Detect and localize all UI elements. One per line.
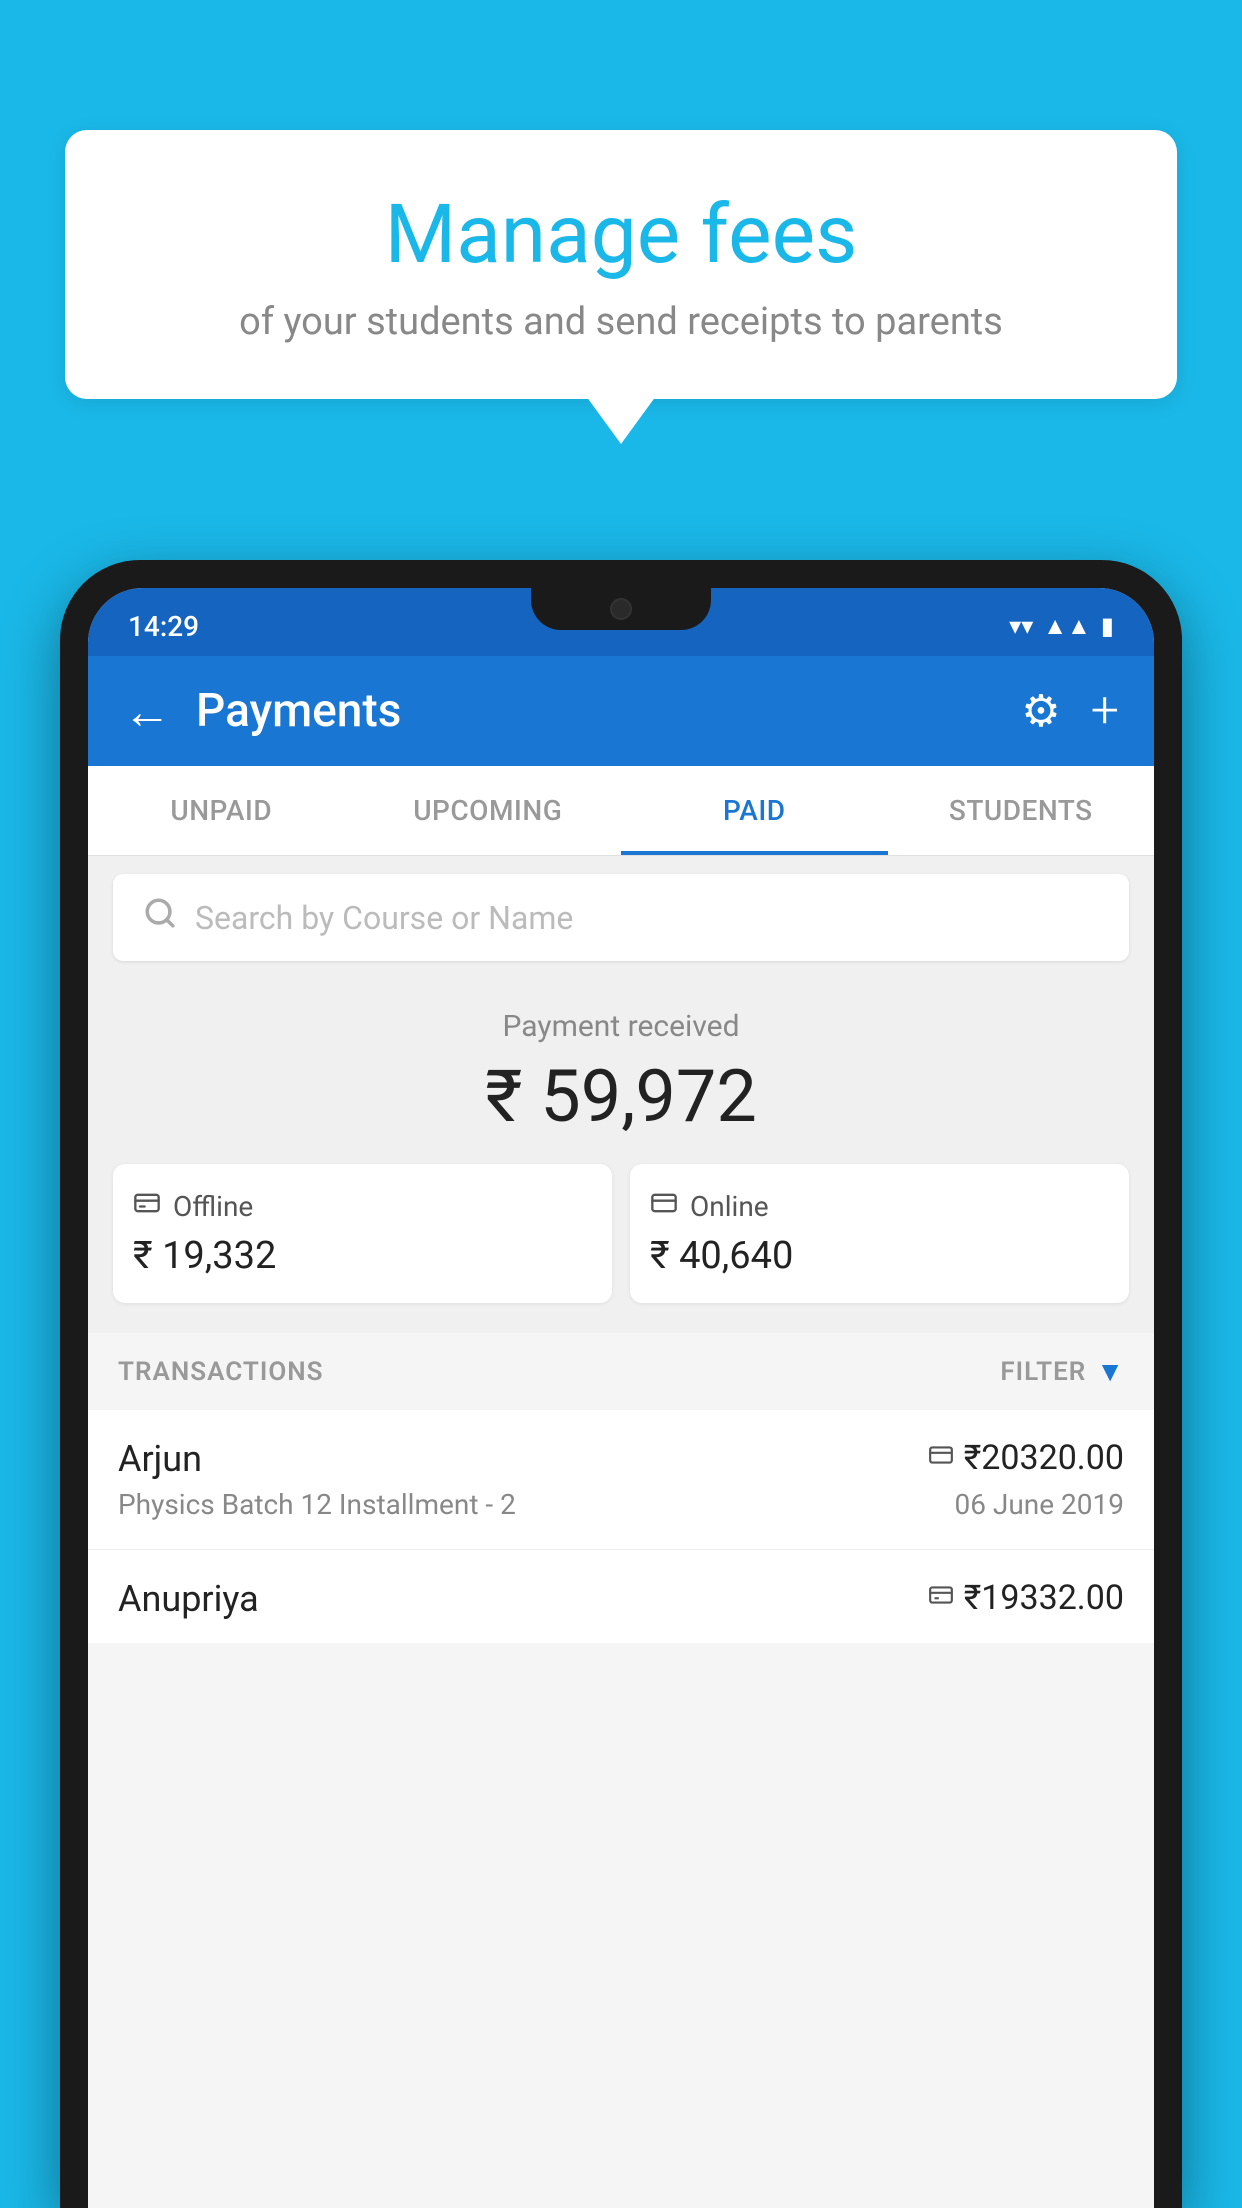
wifi-icon: ▾▾ bbox=[1009, 612, 1033, 640]
anupriya-row-top: Anupriya ₹19332.00 bbox=[118, 1578, 1124, 1620]
speech-bubble-container: Manage fees of your students and send re… bbox=[65, 130, 1177, 399]
payment-summary: Payment received ₹ 59,972 bbox=[88, 979, 1154, 1333]
online-amount: ₹ 40,640 bbox=[650, 1234, 1109, 1278]
back-button[interactable]: ← bbox=[123, 683, 171, 740]
status-time: 14:29 bbox=[128, 610, 199, 643]
transactions-label: TRANSACTIONS bbox=[118, 1357, 324, 1387]
offline-card-header: Offline bbox=[133, 1189, 592, 1224]
phone-outer: 14:29 ▾▾ ▲▲ ▮ ← Payments ⚙ + UNPAID bbox=[60, 560, 1182, 2208]
tab-paid[interactable]: PAID bbox=[621, 766, 888, 855]
transactions-header: TRANSACTIONS FILTER ▼ bbox=[88, 1333, 1154, 1410]
tabs-bar: UNPAID UPCOMING PAID STUDENTS bbox=[88, 766, 1154, 856]
arjun-row-bottom: Physics Batch 12 Installment - 2 06 June… bbox=[118, 1488, 1124, 1521]
status-icons: ▾▾ ▲▲ ▮ bbox=[1009, 612, 1114, 641]
search-box[interactable]: Search by Course or Name bbox=[113, 874, 1129, 961]
phone-camera bbox=[610, 598, 632, 620]
manage-fees-subtitle: of your students and send receipts to pa… bbox=[115, 300, 1127, 344]
anupriya-payment-icon bbox=[928, 1582, 954, 1615]
arjun-amount: ₹20320.00 bbox=[964, 1438, 1124, 1478]
app-bar-actions: ⚙ + bbox=[1021, 682, 1119, 740]
tab-unpaid[interactable]: UNPAID bbox=[88, 766, 355, 855]
app-bar: ← Payments ⚙ + bbox=[88, 656, 1154, 766]
add-button[interactable]: + bbox=[1091, 682, 1119, 740]
anupriya-amount-container: ₹19332.00 bbox=[928, 1578, 1124, 1618]
phone-container: 14:29 ▾▾ ▲▲ ▮ ← Payments ⚙ + UNPAID bbox=[60, 560, 1182, 2208]
filter-button[interactable]: FILTER ▼ bbox=[1000, 1355, 1124, 1388]
anupriya-name: Anupriya bbox=[118, 1578, 259, 1620]
manage-fees-title: Manage fees bbox=[115, 190, 1127, 280]
arjun-name: Arjun bbox=[118, 1438, 202, 1480]
online-payment-icon bbox=[650, 1189, 678, 1224]
signal-icon: ▲▲ bbox=[1043, 612, 1091, 641]
gear-icon[interactable]: ⚙ bbox=[1021, 685, 1060, 737]
online-payment-card: Online ₹ 40,640 bbox=[630, 1164, 1129, 1303]
arjun-date: 06 June 2019 bbox=[954, 1488, 1124, 1521]
offline-amount: ₹ 19,332 bbox=[133, 1234, 592, 1278]
arjun-row-top: Arjun ₹20320.00 bbox=[118, 1438, 1124, 1480]
offline-payment-icon bbox=[133, 1189, 161, 1224]
tab-upcoming[interactable]: UPCOMING bbox=[355, 766, 622, 855]
battery-icon: ▮ bbox=[1101, 612, 1114, 640]
speech-bubble: Manage fees of your students and send re… bbox=[65, 130, 1177, 399]
transaction-item-anupriya[interactable]: Anupriya ₹19332.00 bbox=[88, 1550, 1154, 1643]
payment-received-label: Payment received bbox=[113, 1009, 1129, 1044]
app-title: Payments bbox=[196, 684, 1021, 738]
payment-cards: Offline ₹ 19,332 bbox=[113, 1164, 1129, 1303]
arjun-payment-icon bbox=[928, 1442, 954, 1475]
phone-screen: 14:29 ▾▾ ▲▲ ▮ ← Payments ⚙ + UNPAID bbox=[88, 588, 1154, 2208]
phone-notch bbox=[531, 588, 711, 630]
search-container: Search by Course or Name bbox=[88, 856, 1154, 979]
arjun-course: Physics Batch 12 Installment - 2 bbox=[118, 1488, 516, 1521]
offline-payment-card: Offline ₹ 19,332 bbox=[113, 1164, 612, 1303]
search-icon bbox=[143, 896, 177, 939]
filter-icon: ▼ bbox=[1096, 1355, 1124, 1388]
tab-students[interactable]: STUDENTS bbox=[888, 766, 1155, 855]
offline-label: Offline bbox=[173, 1190, 253, 1223]
anupriya-amount: ₹19332.00 bbox=[964, 1578, 1124, 1618]
arjun-amount-container: ₹20320.00 bbox=[928, 1438, 1124, 1478]
online-label: Online bbox=[690, 1190, 769, 1223]
payment-total-amount: ₹ 59,972 bbox=[113, 1054, 1129, 1139]
search-placeholder: Search by Course or Name bbox=[195, 899, 573, 937]
filter-label: FILTER bbox=[1000, 1357, 1086, 1387]
transaction-item-arjun[interactable]: Arjun ₹20320.00 Physics Batch 12 Install… bbox=[88, 1410, 1154, 1550]
online-card-header: Online bbox=[650, 1189, 1109, 1224]
